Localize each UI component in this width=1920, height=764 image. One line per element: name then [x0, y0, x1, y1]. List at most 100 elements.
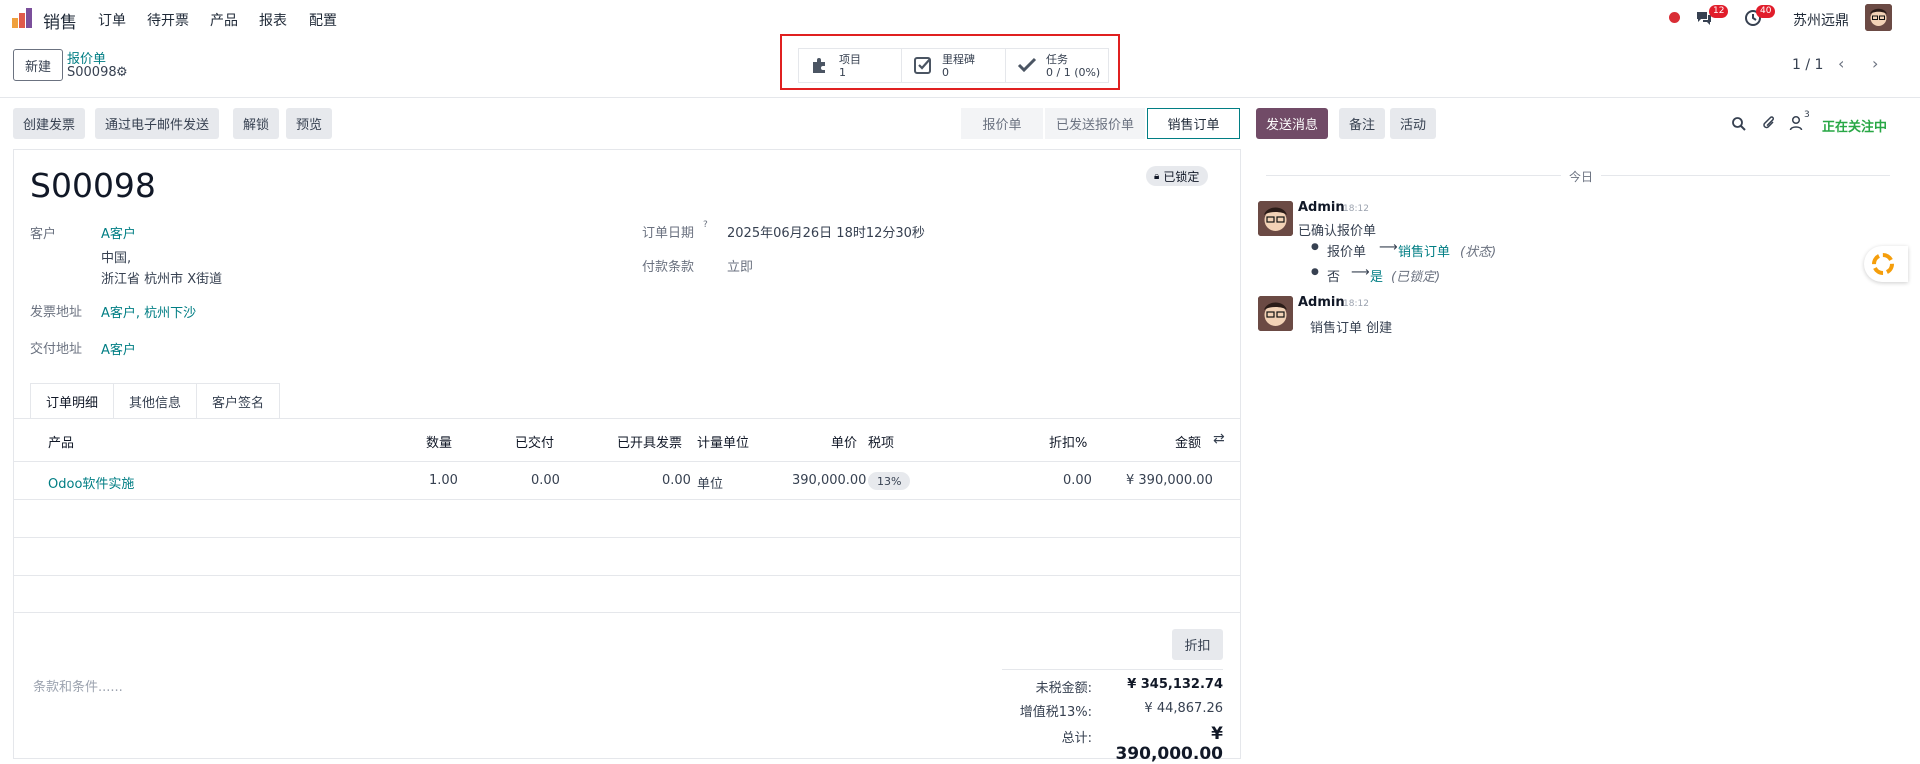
divider: [14, 612, 1240, 613]
followers-icon[interactable]: [1789, 115, 1803, 131]
tab-order-lines[interactable]: 订单明细: [30, 383, 115, 419]
search-icon[interactable]: [1731, 116, 1747, 132]
locked-label: 已锁定: [1163, 169, 1200, 184]
line-product[interactable]: Odoo软件实施: [48, 473, 134, 492]
tax-value: ¥ 44,867.26: [1144, 701, 1223, 716]
menu-configuration[interactable]: 配置: [309, 10, 337, 30]
stage-quotation[interactable]: 报价单: [961, 108, 1043, 139]
log-note-button[interactable]: 备注: [1339, 108, 1386, 139]
delivery-address-link[interactable]: A客户: [101, 339, 136, 358]
status-dot-icon[interactable]: [1669, 12, 1680, 23]
date-separator: 今日: [1561, 168, 1602, 185]
tracking-field: (状态): [1460, 245, 1497, 260]
user-avatar[interactable]: [1865, 4, 1892, 31]
invoice-address-link[interactable]: A客户, 杭州下沙: [101, 302, 196, 321]
create-invoice-button[interactable]: 创建发票: [13, 108, 86, 139]
stage-quotation-sent[interactable]: 已发送报价单: [1045, 108, 1145, 139]
messages-badge: 12: [1709, 5, 1729, 18]
col-invoiced[interactable]: 已开具发票: [617, 432, 682, 451]
unlock-button[interactable]: 解锁: [233, 108, 280, 139]
tracking-field: (已锁定): [1391, 270, 1441, 285]
total-value: ¥ 390,000.00: [1115, 724, 1223, 764]
divider: [14, 537, 1240, 538]
untaxed-value: ¥ 345,132.74: [1127, 677, 1223, 692]
divider: [1002, 669, 1223, 670]
line-discount[interactable]: 0.00: [1063, 473, 1092, 488]
locked-badge: 🔒︎ 已锁定: [1146, 166, 1209, 186]
smart-label: 项目: [839, 52, 861, 66]
line-delivered[interactable]: 0.00: [531, 473, 560, 488]
floating-assistant-button[interactable]: [1864, 246, 1908, 282]
menu-reporting[interactable]: 报表: [259, 10, 287, 30]
preview-button[interactable]: 预览: [286, 108, 333, 139]
menu-to-invoice[interactable]: 待开票: [147, 10, 189, 30]
chevron-right-icon[interactable]: ›: [1872, 54, 1878, 73]
message-body: 已确认报价单: [1298, 224, 1377, 239]
send-email-button[interactable]: 通过电子邮件发送: [95, 108, 220, 139]
divider: [0, 97, 1920, 98]
message-body: 销售订单 创建: [1310, 321, 1393, 336]
activities-badge: 40: [1756, 5, 1776, 18]
line-tax-tag[interactable]: 13%: [868, 472, 911, 490]
payment-terms-value[interactable]: 立即: [727, 256, 753, 275]
new-button[interactable]: 新建: [13, 49, 63, 81]
tab-customer-signature[interactable]: 客户签名: [196, 383, 281, 419]
line-uom[interactable]: 单位: [697, 473, 723, 492]
tab-other-info[interactable]: 其他信息: [113, 383, 198, 419]
assistant-icon: [1872, 253, 1894, 275]
col-uom[interactable]: 计量单位: [697, 432, 749, 451]
message-author[interactable]: Admin: [1298, 200, 1345, 215]
column-settings-icon[interactable]: ⇄: [1213, 431, 1225, 447]
send-message-button[interactable]: 发送消息: [1256, 108, 1329, 139]
line-amount: ¥ 390,000.00: [1126, 473, 1213, 488]
activity-button[interactable]: 活动: [1390, 108, 1437, 139]
avatar[interactable]: [1258, 296, 1293, 331]
notebook-tabs: 订单明细 其他信息 客户签名: [30, 383, 281, 419]
bullet-icon: ●: [1311, 267, 1319, 277]
smart-value: 1: [839, 65, 846, 79]
help-icon[interactable]: ?: [703, 220, 708, 230]
col-unit-price[interactable]: 单价: [831, 432, 857, 451]
customer-link[interactable]: A客户: [101, 223, 136, 242]
message-time: 18:12: [1343, 204, 1369, 214]
chevron-left-icon[interactable]: ‹: [1838, 54, 1844, 73]
col-discount[interactable]: 折扣%: [1049, 432, 1087, 451]
customer-label: 客户: [30, 227, 57, 242]
col-amount[interactable]: 金额: [1175, 432, 1201, 451]
form-sheet: [13, 149, 1241, 759]
line-invoiced: 0.00: [662, 473, 691, 488]
app-name[interactable]: 销售: [43, 8, 77, 33]
col-delivered[interactable]: 已交付: [515, 432, 554, 451]
smart-button-project[interactable]: 项目 1: [798, 48, 902, 83]
stage-sales-order[interactable]: 销售订单: [1147, 108, 1240, 139]
line-price[interactable]: 390,000.00: [792, 473, 866, 488]
gear-icon[interactable]: ⚙: [116, 65, 128, 80]
sales-app-icon[interactable]: [11, 7, 35, 29]
avatar[interactable]: [1258, 201, 1293, 236]
line-qty[interactable]: 1.00: [429, 473, 458, 488]
tracking-old-value: 报价单: [1327, 245, 1367, 260]
divider: [14, 499, 1240, 500]
divider: [13, 418, 1241, 419]
smart-button-tasks[interactable]: 任务 0 / 1 (0%): [1005, 48, 1109, 83]
page-title: S00098: [30, 166, 156, 205]
col-product[interactable]: 产品: [48, 432, 74, 451]
customer-address-line1: 中国,: [101, 251, 132, 266]
puzzle-icon: [809, 55, 831, 77]
smart-button-milestones[interactable]: 里程碑 0: [901, 48, 1006, 83]
company-switcher[interactable]: 苏州远鼎: [1793, 10, 1849, 30]
customer-address-line2: 浙江省 杭州市 X街道: [101, 272, 223, 287]
discount-button[interactable]: 折扣: [1172, 629, 1223, 660]
tracking-new-value: 是: [1370, 270, 1384, 285]
smart-value: 0 / 1 (0%): [1046, 65, 1101, 79]
paperclip-icon[interactable]: [1761, 115, 1777, 132]
col-taxes[interactable]: 税项: [868, 432, 894, 451]
menu-products[interactable]: 产品: [210, 10, 238, 30]
col-quantity[interactable]: 数量: [426, 432, 452, 451]
order-date-value[interactable]: 2025年06月26日 18时12分30秒: [727, 222, 925, 241]
pager-value[interactable]: 1 / 1: [1792, 57, 1823, 73]
terms-input[interactable]: 条款和条件......: [33, 676, 123, 695]
following-status[interactable]: 正在关注中: [1822, 116, 1887, 135]
message-author[interactable]: Admin: [1298, 295, 1345, 310]
menu-orders[interactable]: 订单: [98, 10, 126, 30]
